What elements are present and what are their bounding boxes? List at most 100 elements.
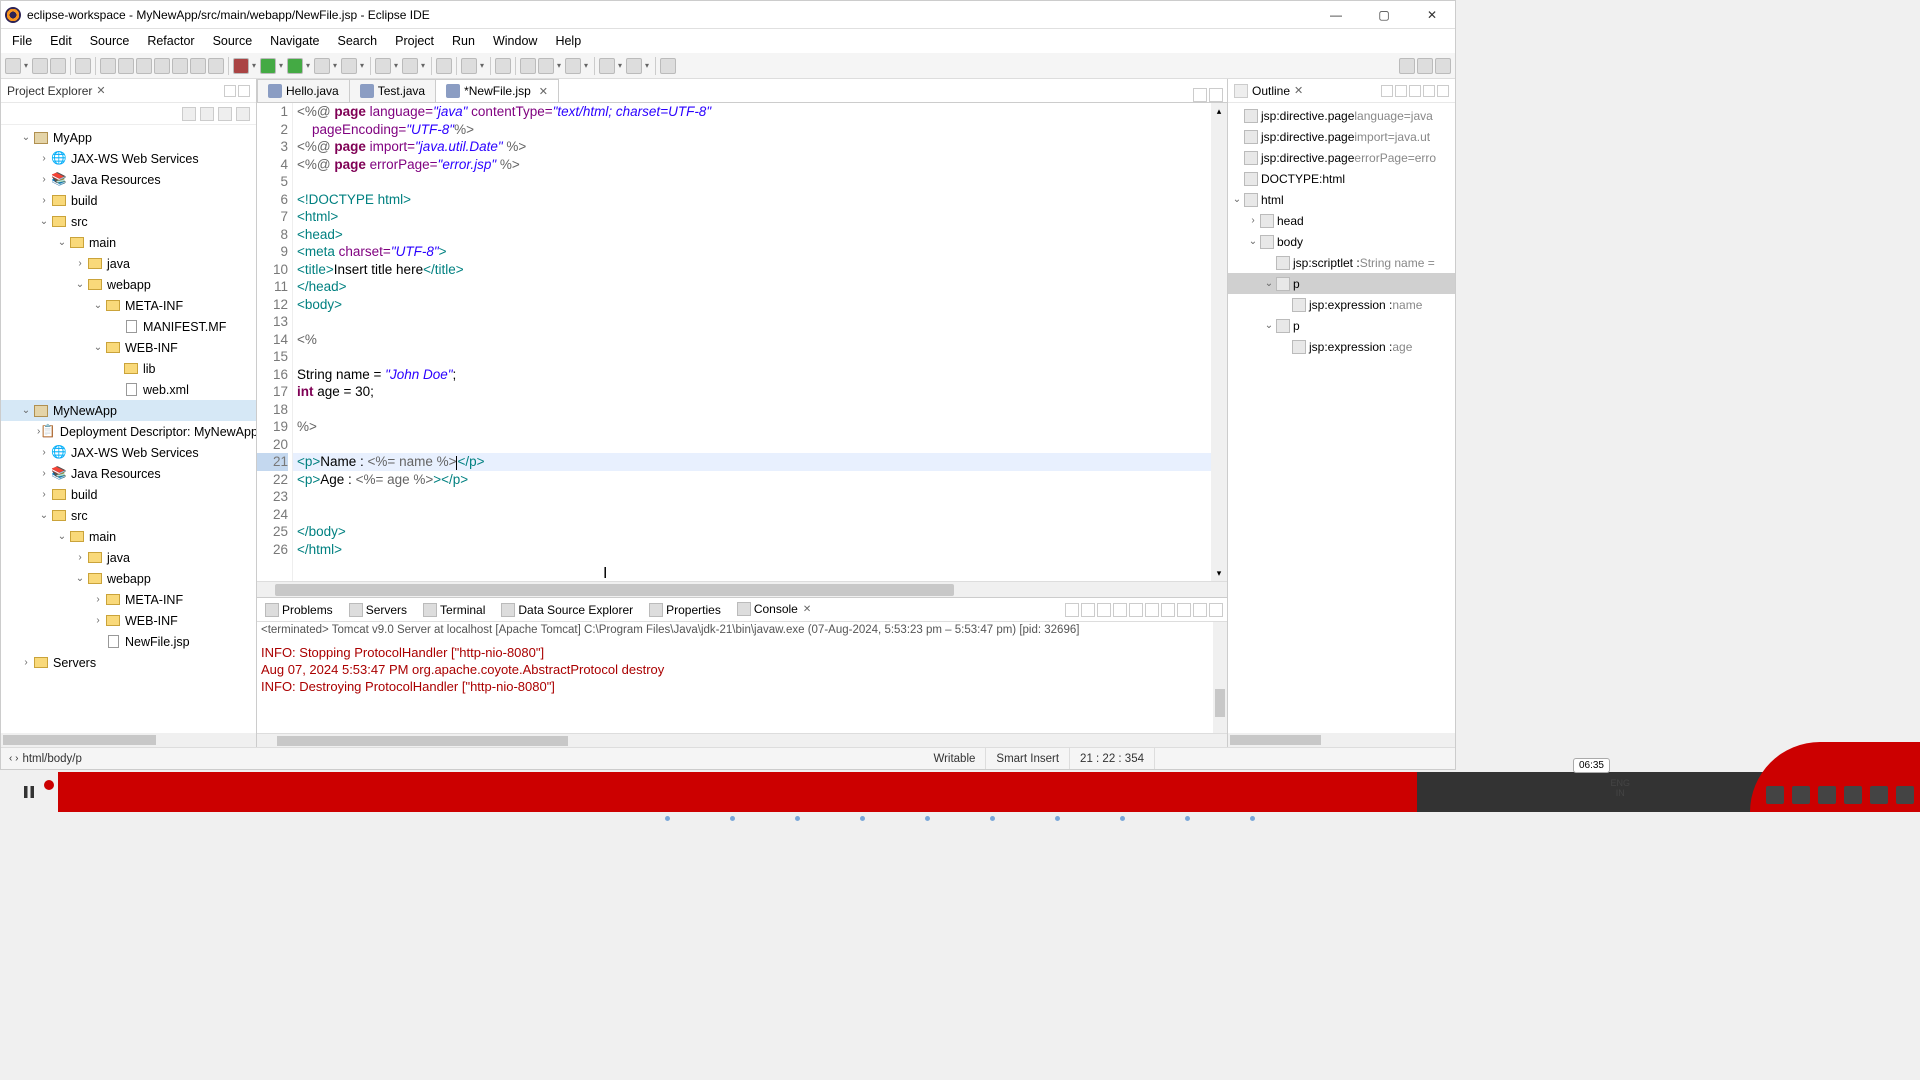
outline-directive1[interactable]: jsp:directive.page language=java — [1228, 105, 1455, 126]
menu-edit[interactable]: Edit — [41, 32, 81, 50]
minimize-editor-icon[interactable] — [1193, 88, 1207, 102]
stop-icon[interactable] — [233, 58, 249, 74]
tree-webxml[interactable]: web.xml — [1, 379, 256, 400]
view-menu-icon[interactable] — [1409, 85, 1421, 97]
new-icon[interactable] — [5, 58, 21, 74]
pin-editor-icon[interactable] — [660, 58, 676, 74]
sort-icon[interactable] — [1381, 85, 1393, 97]
forward-icon[interactable] — [626, 58, 642, 74]
close-icon[interactable]: ✕ — [803, 604, 811, 615]
tree-javares[interactable]: ›📚Java Resources — [1, 169, 256, 190]
tray-icon[interactable] — [1844, 786, 1862, 804]
language-indicator[interactable]: ENGIN — [1610, 778, 1630, 798]
tab-problems[interactable]: Problems — [257, 598, 341, 621]
perspective-java-icon[interactable] — [1417, 58, 1433, 74]
maximize-editor-icon[interactable] — [1209, 88, 1223, 102]
console-output[interactable]: INFO: Stopping ProtocolHandler ["http-ni… — [257, 642, 1227, 733]
remove-all-icon[interactable] — [1081, 603, 1095, 617]
tab-terminal[interactable]: Terminal — [415, 598, 493, 621]
view-menu-icon[interactable] — [236, 107, 250, 121]
display-console-icon[interactable] — [1161, 603, 1175, 617]
code-area[interactable]: <%@ page language="java" contentType="te… — [293, 103, 1227, 581]
minimize-button[interactable]: — — [1321, 5, 1351, 25]
minimize-panel-icon[interactable] — [1193, 603, 1207, 617]
menu-source2[interactable]: Source — [204, 32, 262, 50]
menu-source[interactable]: Source — [81, 32, 139, 50]
tab-servers[interactable]: Servers — [341, 598, 415, 621]
resume-icon[interactable] — [118, 58, 134, 74]
outline-scriptlet[interactable]: jsp:scriptlet : String name = — [1228, 252, 1455, 273]
prev-annotation-icon[interactable] — [565, 58, 581, 74]
menu-run[interactable]: Run — [443, 32, 484, 50]
dropdown-icon[interactable]: ▾ — [331, 58, 339, 74]
outline-html[interactable]: ⌄html — [1228, 189, 1455, 210]
dropdown-icon[interactable]: ▾ — [277, 58, 285, 74]
perspective-debug-icon[interactable] — [1435, 58, 1451, 74]
dropdown-icon[interactable]: ▾ — [643, 58, 651, 74]
tree-main2[interactable]: ⌄main — [1, 526, 256, 547]
tree-metainf2[interactable]: ›META-INF — [1, 589, 256, 610]
open-type-icon[interactable] — [436, 58, 452, 74]
tray-icon[interactable] — [1818, 786, 1836, 804]
dropdown-icon[interactable]: ▾ — [419, 58, 427, 74]
menu-search[interactable]: Search — [329, 32, 387, 50]
run-last-icon[interactable] — [341, 58, 357, 74]
clear-console-icon[interactable] — [1097, 603, 1111, 617]
outline-tree[interactable]: jsp:directive.page language=java jsp:dir… — [1228, 103, 1455, 733]
word-wrap-icon[interactable] — [1129, 603, 1143, 617]
menu-refactor[interactable]: Refactor — [138, 32, 203, 50]
tree-metainf[interactable]: ⌄META-INF — [1, 295, 256, 316]
filter-icon[interactable] — [218, 107, 232, 121]
close-icon[interactable]: ✕ — [96, 84, 105, 97]
remove-launch-icon[interactable] — [1065, 603, 1079, 617]
close-icon[interactable]: ✕ — [539, 85, 548, 98]
link-editor-icon[interactable] — [200, 107, 214, 121]
tree-lib[interactable]: lib — [1, 358, 256, 379]
next-annotation-icon[interactable] — [538, 58, 554, 74]
dropdown-icon[interactable]: ▾ — [582, 58, 590, 74]
tree-java[interactable]: ›java — [1, 253, 256, 274]
outline-body[interactable]: ⌄body — [1228, 231, 1455, 252]
step-into-icon[interactable] — [172, 58, 188, 74]
tree-main[interactable]: ⌄main — [1, 232, 256, 253]
tree-jaxws[interactable]: ›🌐JAX-WS Web Services — [1, 148, 256, 169]
back-icon[interactable] — [599, 58, 615, 74]
outline-p2[interactable]: ⌄p — [1228, 315, 1455, 336]
tree-build2[interactable]: ›build — [1, 484, 256, 505]
dropdown-icon[interactable]: ▾ — [616, 58, 624, 74]
menu-window[interactable]: Window — [484, 32, 546, 50]
tree-webapp2[interactable]: ⌄webapp — [1, 568, 256, 589]
tray-icon[interactable] — [1766, 786, 1784, 804]
quick-access-icon[interactable] — [1399, 58, 1415, 74]
menu-help[interactable]: Help — [546, 32, 590, 50]
pin-console-icon[interactable] — [1145, 603, 1159, 617]
outline-expr1[interactable]: jsp:expression : name — [1228, 294, 1455, 315]
maximize-panel-icon[interactable] — [1209, 603, 1223, 617]
menu-navigate[interactable]: Navigate — [261, 32, 328, 50]
dropdown-icon[interactable]: ▾ — [478, 58, 486, 74]
tree-webapp[interactable]: ⌄webapp — [1, 274, 256, 295]
minimize-view-icon[interactable] — [224, 85, 236, 97]
filter-icon[interactable] — [1395, 85, 1407, 97]
close-button[interactable]: ✕ — [1417, 5, 1447, 25]
coverage-icon[interactable] — [314, 58, 330, 74]
tree-webinf[interactable]: ⌄WEB-INF — [1, 337, 256, 358]
outline-directive3[interactable]: jsp:directive.page errorPage=erro — [1228, 147, 1455, 168]
tree-project-myapp[interactable]: ⌄MyApp — [1, 127, 256, 148]
tree-servers[interactable]: ›Servers — [1, 652, 256, 673]
tree-src2[interactable]: ⌄src — [1, 505, 256, 526]
pause-button[interactable] — [0, 772, 58, 812]
dropdown-icon[interactable]: ▾ — [250, 58, 258, 74]
editor-scrollbar-h[interactable] — [257, 581, 1227, 597]
maximize-button[interactable]: ▢ — [1369, 5, 1399, 25]
tab-data-source[interactable]: Data Source Explorer — [493, 598, 641, 621]
step-over-icon[interactable] — [190, 58, 206, 74]
collapse-all-icon[interactable] — [182, 107, 196, 121]
search-icon[interactable] — [461, 58, 477, 74]
terminate-icon[interactable] — [154, 58, 170, 74]
new-file-icon[interactable] — [402, 58, 418, 74]
open-console-icon[interactable] — [1177, 603, 1191, 617]
outline-doctype[interactable]: DOCTYPE:html — [1228, 168, 1455, 189]
console-scrollbar-v[interactable] — [1213, 622, 1227, 733]
breadcrumb[interactable]: html/body/p — [22, 753, 81, 765]
